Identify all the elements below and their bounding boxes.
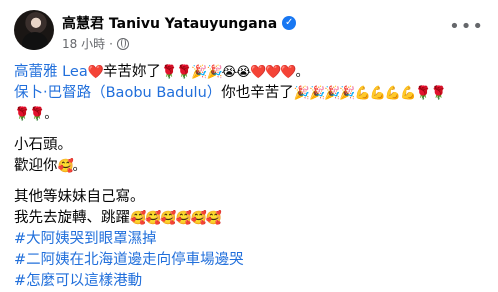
heart-emoji: ❤️ [87, 65, 104, 80]
post-line-6: 其他等妹妹自己寫。 [14, 189, 145, 205]
post-line-4: 小石頭。 [14, 137, 72, 153]
mention-link[interactable]: 保卜‧巴督路（Baobu Badulu） [14, 85, 221, 101]
emoji-group: 🥰。 [57, 159, 86, 174]
post-line-7: 我先去旋轉、跳躍🥰🥰🥰🥰🥰🥰 [14, 208, 488, 229]
author-name-text[interactable]: 高慧君 Tanivu Yatauyungana [62, 13, 277, 33]
line1-text: 辛苦妳了 [102, 64, 161, 80]
author-name[interactable]: 高慧君 Tanivu Yatauyungana ✓ [62, 13, 297, 33]
post-line-3: 🌹🌹。 [14, 104, 488, 125]
emoji-group: 🌹🌹。 [14, 107, 57, 122]
line2-text: 你也辛苦了 [221, 85, 294, 101]
verified-badge-icon: ✓ [282, 16, 297, 30]
line7-text: 我先去旋轉、跳躍 [14, 210, 130, 226]
hashtag-link[interactable]: #二阿姨在北海道邊走向停車場邊哭 [14, 250, 488, 271]
post-timestamp[interactable]: 18 小時 [62, 35, 105, 52]
more-options-icon[interactable]: ••• [449, 16, 484, 37]
avatar[interactable] [14, 10, 54, 50]
emoji-group: 🥰🥰🥰🥰🥰🥰 [130, 211, 222, 226]
post-meta: 18 小時 · [62, 35, 129, 52]
post-line-2: 保卜‧巴督路（Baobu Badulu）你也辛苦了🎉🎉🎉🎉💪💪💪💪🌹🌹 [14, 83, 488, 104]
mention-link[interactable]: 高蕾雅 Lea [14, 64, 88, 80]
post-line-1: 高蕾雅 Lea❤️辛苦妳了🌹🌹🎉🎉😭😭❤️❤️❤️。 [14, 62, 488, 83]
line5-text: 歡迎你 [14, 158, 58, 174]
post-header: 高慧君 Tanivu Yatauyungana ✓ 18 小時 · ••• [14, 6, 484, 56]
post-body: 高蕾雅 Lea❤️辛苦妳了🌹🌹🎉🎉😭😭❤️❤️❤️。 保卜‧巴督路（Baobu … [14, 62, 488, 292]
hashtag-link[interactable]: #怎麼可以這樣港動 [14, 271, 488, 292]
emoji-group: 🎉🎉🎉🎉💪💪💪💪🌹🌹 [293, 86, 447, 101]
post-line-5: 歡迎你🥰。 [14, 156, 488, 177]
hashtag-link[interactable]: #大阿姨哭到眼罩濕掉 [14, 229, 488, 250]
emoji-group: 🌹🌹🎉🎉😭😭❤️❤️❤️。 [160, 65, 309, 80]
globe-icon [116, 37, 129, 50]
